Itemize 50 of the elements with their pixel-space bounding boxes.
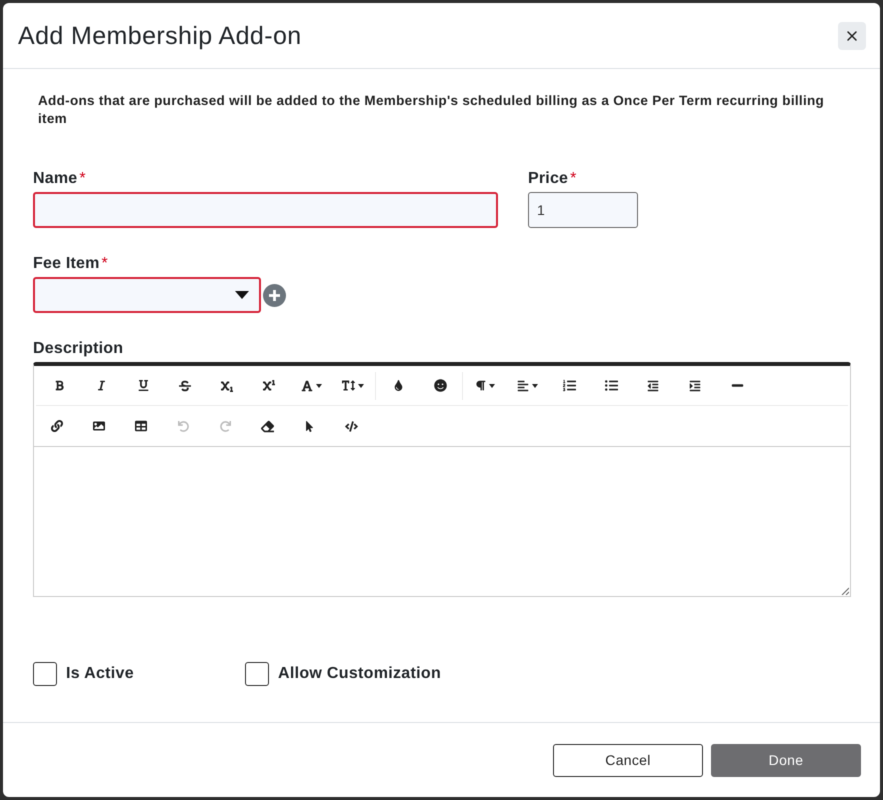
pointer-icon xyxy=(304,420,314,432)
field-label: Price xyxy=(528,169,568,189)
subscript-icon xyxy=(221,380,233,392)
caret-icon xyxy=(235,291,249,299)
image-icon xyxy=(93,420,105,432)
italic-icon xyxy=(96,380,106,391)
field-label: Description xyxy=(33,339,124,359)
superscript-icon xyxy=(263,380,275,392)
font-color-icon xyxy=(300,380,312,392)
outdent-icon xyxy=(647,380,659,392)
link-icon xyxy=(51,420,63,432)
required-asterisk: * xyxy=(79,169,86,189)
resize-grip-icon xyxy=(841,587,849,595)
bullet-list-icon xyxy=(604,379,618,392)
dialog-title: Add Membership Add-on xyxy=(18,20,302,50)
indent-icon xyxy=(689,380,701,392)
close-button[interactable] xyxy=(838,22,866,50)
intro-text: Add-ons that are purchased will be added to the Membership's scheduled billing as a Once Per Term recurring billing item xyxy=(38,92,826,128)
strikethrough-icon xyxy=(179,380,191,392)
drop-icon xyxy=(392,380,404,391)
caret-icon xyxy=(532,384,538,388)
required-asterisk: * xyxy=(570,169,576,189)
ordered-list-icon xyxy=(562,379,576,392)
underline-icon xyxy=(138,380,148,391)
name-input[interactable] xyxy=(33,192,498,228)
required-asterisk: * xyxy=(102,254,108,274)
smiley-icon xyxy=(434,379,446,392)
cancel-button[interactable]: Cancel xyxy=(553,744,703,777)
caret-icon xyxy=(489,384,495,388)
field-label: Name xyxy=(33,169,78,189)
code-icon xyxy=(344,420,358,432)
price-input[interactable]: 1 xyxy=(528,192,638,228)
caret-icon xyxy=(316,384,322,388)
caret-icon xyxy=(358,384,364,388)
checkbox[interactable] xyxy=(33,662,57,686)
paragraph-icon xyxy=(475,380,486,391)
bold-icon xyxy=(54,380,64,391)
font-size-icon xyxy=(342,379,355,392)
redo-icon xyxy=(220,420,230,432)
undo-icon xyxy=(178,420,188,432)
checkbox[interactable] xyxy=(245,662,269,686)
plus-circle-icon[interactable] xyxy=(263,284,286,306)
eraser-icon xyxy=(260,420,274,432)
checkbox-label: Is Active xyxy=(66,664,134,684)
align-left-icon xyxy=(516,380,528,392)
table-icon xyxy=(135,420,147,432)
done-button[interactable]: Done xyxy=(711,744,861,777)
fee-item-select[interactable] xyxy=(33,277,261,313)
checkbox-label: Allow Customization xyxy=(278,664,442,684)
field-label: Fee Item xyxy=(33,254,100,274)
